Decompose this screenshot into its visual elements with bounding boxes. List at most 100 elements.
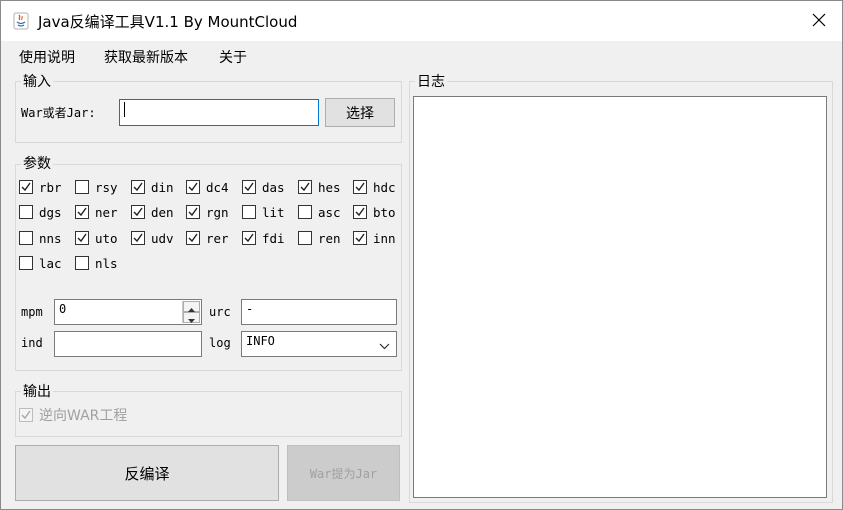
checkbox-box bbox=[298, 180, 312, 194]
checkbox-box bbox=[19, 408, 33, 422]
param-checkbox-label: lit bbox=[262, 204, 285, 220]
param-checkbox-inn[interactable]: inn bbox=[353, 229, 396, 247]
param-checkbox-dgs[interactable]: dgs bbox=[19, 203, 62, 221]
checkmark-icon bbox=[133, 233, 143, 243]
param-checkbox-label: ner bbox=[95, 204, 118, 220]
caret-down-icon bbox=[188, 308, 195, 327]
param-checkbox-ren[interactable]: ren bbox=[298, 229, 341, 247]
checkmark-icon bbox=[355, 182, 365, 192]
param-checkbox-label: rgn bbox=[206, 204, 229, 220]
param-checkbox-das[interactable]: das bbox=[242, 178, 285, 196]
checkbox-box bbox=[353, 205, 367, 219]
close-button[interactable] bbox=[796, 1, 842, 41]
param-checkbox-fdi[interactable]: fdi bbox=[242, 229, 285, 247]
choose-button[interactable]: 选择 bbox=[325, 98, 395, 127]
log-level-label: log bbox=[209, 336, 231, 350]
urc-input[interactable]: - bbox=[241, 299, 397, 325]
checkbox-box bbox=[19, 205, 33, 219]
param-checkbox-label: rbr bbox=[39, 179, 62, 195]
menu-about[interactable]: 关于 bbox=[219, 47, 247, 67]
menu-latest-version[interactable]: 获取最新版本 bbox=[104, 47, 188, 67]
param-checkbox-rbr[interactable]: rbr bbox=[19, 178, 62, 196]
war-jar-input[interactable] bbox=[119, 99, 319, 126]
param-checkbox-label: den bbox=[151, 204, 174, 220]
param-checkbox-label: nls bbox=[95, 255, 118, 271]
param-checkbox-nls[interactable]: nls bbox=[75, 254, 118, 272]
ind-input[interactable] bbox=[54, 331, 202, 357]
param-checkbox-dc4[interactable]: dc4 bbox=[186, 178, 229, 196]
text-caret bbox=[124, 102, 125, 117]
param-checkbox-rgn[interactable]: rgn bbox=[186, 203, 229, 221]
app-window: Java反编译工具V1.1 By MountCloud 使用说明 获取最新版本 … bbox=[0, 0, 843, 510]
checkbox-box bbox=[75, 231, 89, 245]
java-icon bbox=[13, 12, 29, 30]
param-checkbox-udv[interactable]: udv bbox=[131, 229, 174, 247]
checkbox-box bbox=[353, 231, 367, 245]
checkmark-icon bbox=[244, 182, 254, 192]
log-level-value: INFO bbox=[246, 334, 275, 348]
param-checkbox-label: fdi bbox=[262, 230, 285, 246]
param-checkbox-label: nns bbox=[39, 230, 62, 246]
param-checkbox-bto[interactable]: bto bbox=[353, 203, 396, 221]
param-checkbox-label: rer bbox=[206, 230, 229, 246]
param-checkbox-label: das bbox=[262, 179, 285, 195]
checkmark-icon bbox=[77, 233, 87, 243]
checkbox-box bbox=[186, 231, 200, 245]
checkmark-icon bbox=[188, 233, 198, 243]
param-checkbox-nns[interactable]: nns bbox=[19, 229, 62, 247]
checkmark-icon bbox=[300, 182, 310, 192]
checkmark-icon bbox=[244, 233, 254, 243]
decompile-button[interactable]: 反编译 bbox=[15, 445, 279, 501]
checkbox-box bbox=[186, 180, 200, 194]
param-checkbox-label: hes bbox=[318, 179, 341, 195]
param-checkbox-lit[interactable]: lit bbox=[242, 203, 285, 221]
param-checkbox-label: rsy bbox=[95, 179, 118, 195]
title-bar: Java反编译工具V1.1 By MountCloud bbox=[1, 1, 842, 41]
param-checkbox-rsy[interactable]: rsy bbox=[75, 178, 118, 196]
menu-usage[interactable]: 使用说明 bbox=[19, 47, 75, 67]
checkbox-box bbox=[186, 205, 200, 219]
checkbox-box bbox=[131, 180, 145, 194]
param-checkbox-label: uto bbox=[95, 230, 118, 246]
checkbox-box bbox=[75, 180, 89, 194]
checkbox-box bbox=[75, 205, 89, 219]
checkbox-box bbox=[242, 180, 256, 194]
param-checkbox-hes[interactable]: hes bbox=[298, 178, 341, 196]
param-checkbox-asc[interactable]: asc bbox=[298, 203, 341, 221]
urc-value: - bbox=[246, 302, 254, 316]
param-checkbox-label: bto bbox=[373, 204, 396, 220]
checkbox-box bbox=[19, 231, 33, 245]
war-to-jar-button[interactable]: War提为Jar bbox=[287, 445, 400, 501]
mpm-value: 0 bbox=[59, 302, 67, 316]
checkmark-icon bbox=[21, 182, 31, 192]
params-group-label: 参数 bbox=[21, 153, 53, 173]
param-checkbox-label: udv bbox=[151, 230, 174, 246]
param-checkbox-rer[interactable]: rer bbox=[186, 229, 229, 247]
log-group-label: 日志 bbox=[415, 71, 447, 91]
param-checkbox-label: dc4 bbox=[206, 179, 229, 195]
checkmark-icon bbox=[355, 233, 365, 243]
mpm-spinner[interactable]: 0 bbox=[54, 299, 202, 325]
param-checkbox-lac[interactable]: lac bbox=[19, 254, 62, 272]
checkbox-box bbox=[131, 231, 145, 245]
param-checkbox-ner[interactable]: ner bbox=[75, 203, 118, 221]
param-checkbox-din[interactable]: din bbox=[131, 178, 174, 196]
param-checkbox-hdc[interactable]: hdc bbox=[353, 178, 396, 196]
checkbox-box bbox=[19, 180, 33, 194]
ind-label: ind bbox=[21, 336, 43, 350]
param-checkbox-uto[interactable]: uto bbox=[75, 229, 118, 247]
spin-down-button[interactable] bbox=[183, 312, 200, 323]
window-title: Java反编译工具V1.1 By MountCloud bbox=[38, 13, 298, 31]
reverse-war-checkbox[interactable]: 逆向WAR工程 bbox=[19, 406, 127, 424]
checkmark-icon bbox=[188, 182, 198, 192]
param-checkbox-label: asc bbox=[318, 204, 341, 220]
mpm-label: mpm bbox=[21, 305, 43, 319]
param-checkbox-den[interactable]: den bbox=[131, 203, 174, 221]
checkbox-box bbox=[298, 231, 312, 245]
checkmark-icon bbox=[355, 207, 365, 217]
input-group-label: 输入 bbox=[21, 71, 53, 91]
checkmark-icon bbox=[133, 207, 143, 217]
log-level-select[interactable]: INFO bbox=[241, 331, 397, 357]
log-textarea[interactable] bbox=[413, 96, 827, 498]
checkbox-box bbox=[242, 231, 256, 245]
